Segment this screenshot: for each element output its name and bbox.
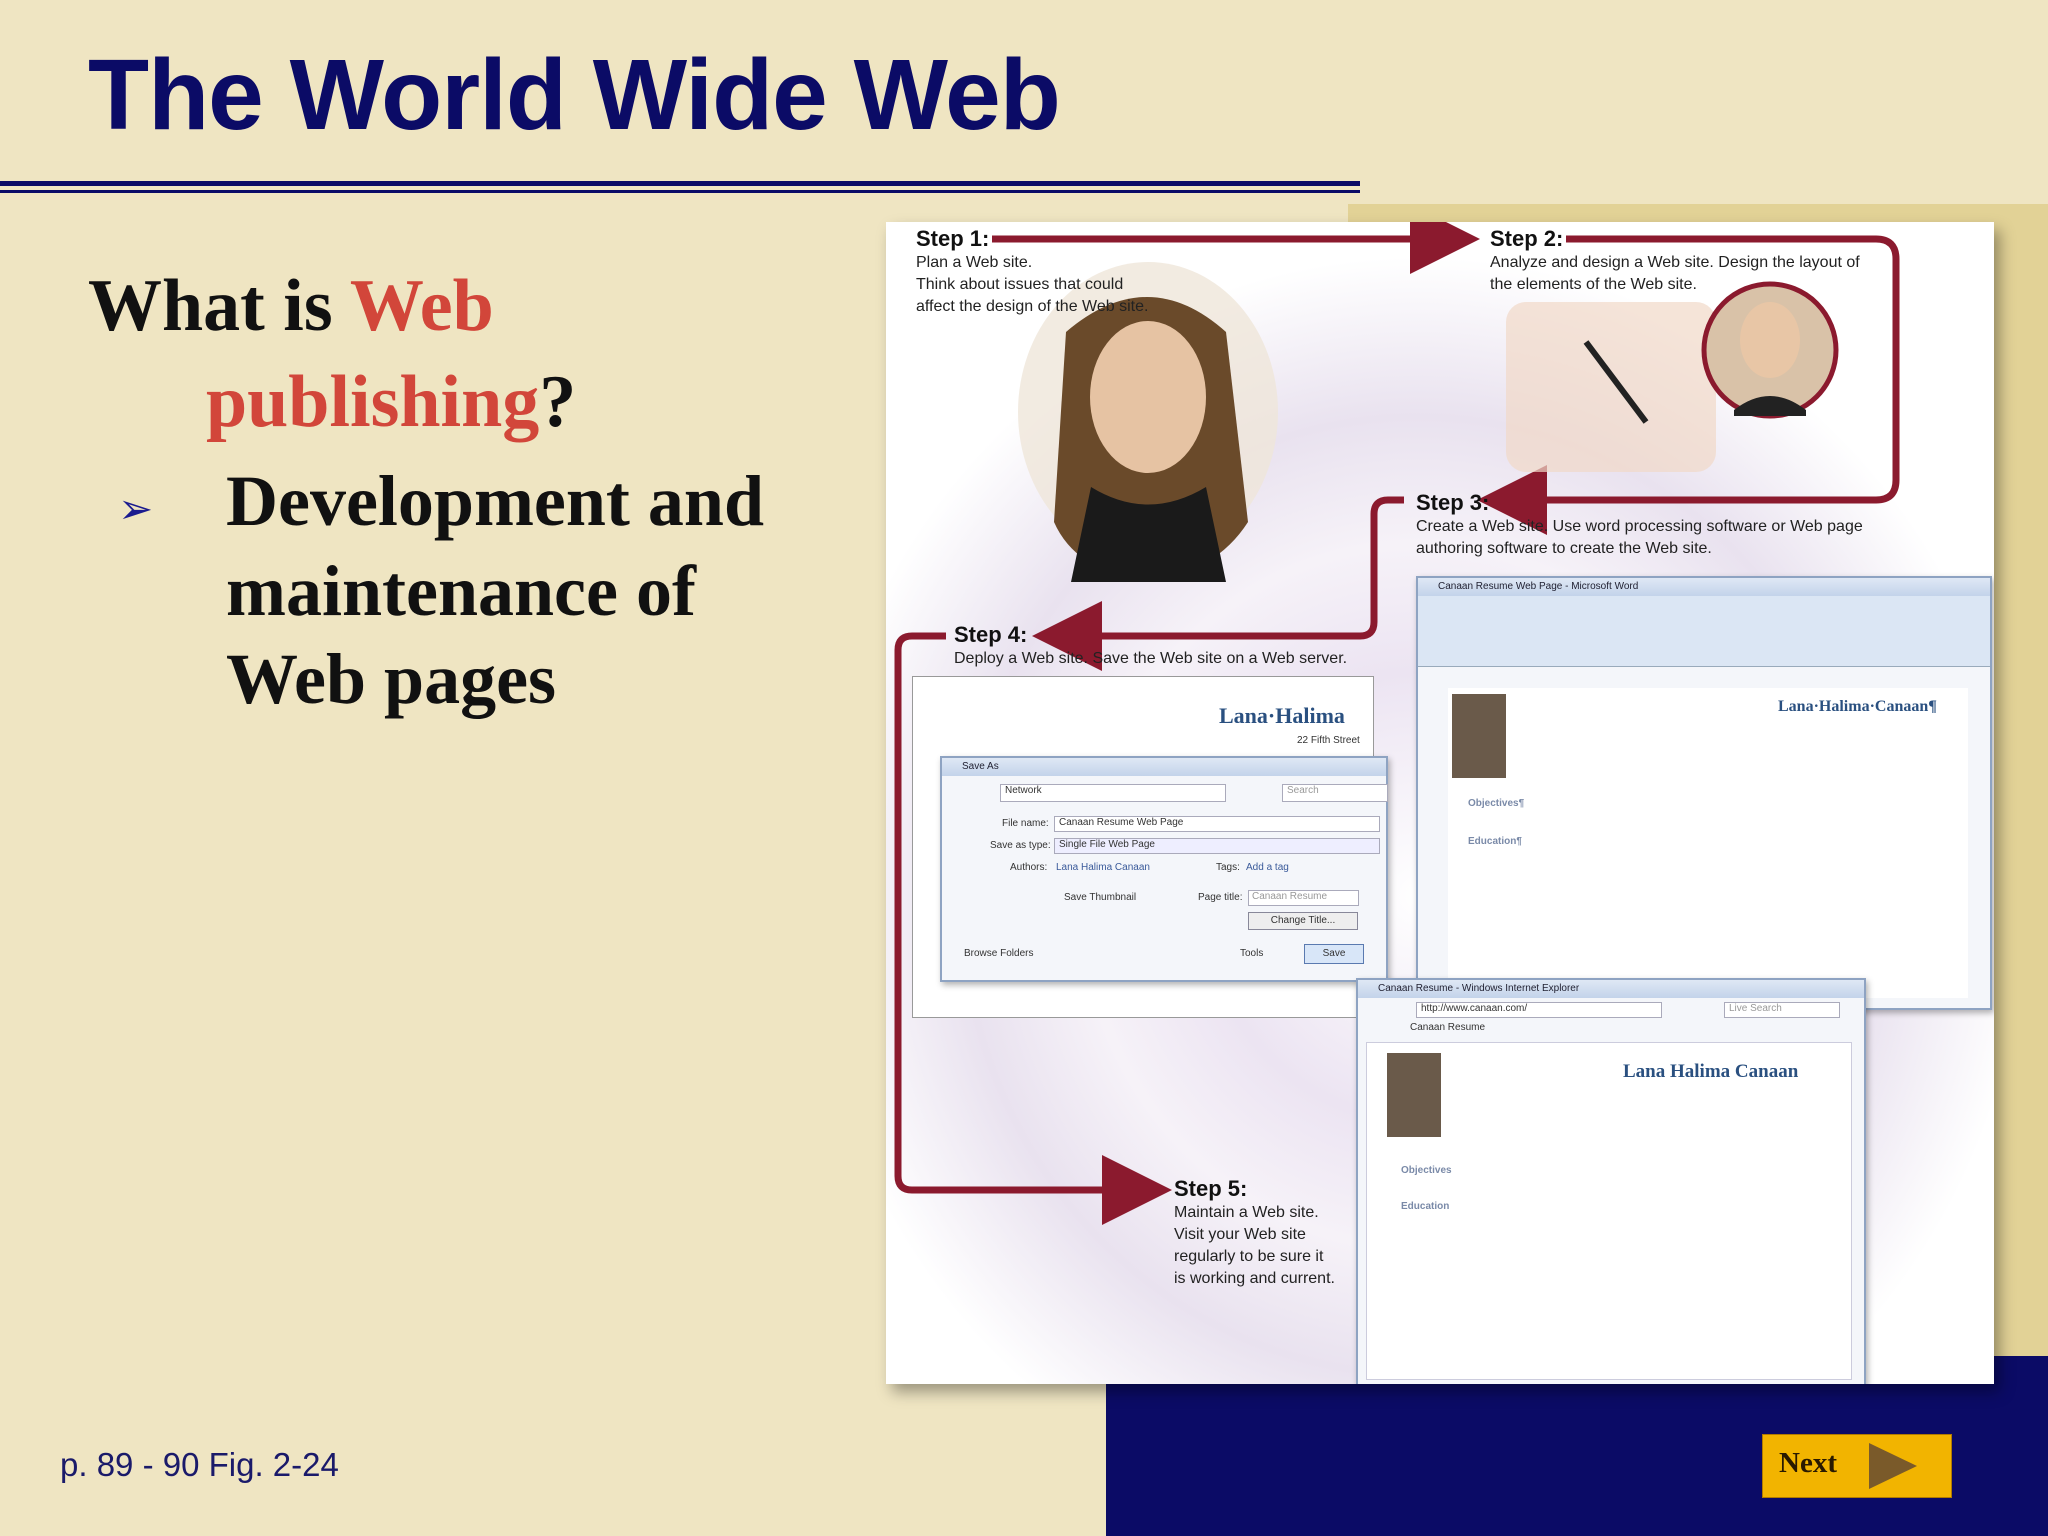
step-text: Create a Web site. Use word processing s…: [1416, 518, 1863, 535]
tags-value[interactable]: Add a tag: [1246, 862, 1289, 873]
authors-value[interactable]: Lana Halima Canaan: [1056, 862, 1150, 873]
step-2: Step 2: Analyze and design a Web site. D…: [1490, 226, 1860, 296]
page-title-input[interactable]: Canaan Resume: [1248, 890, 1359, 906]
step-text: Maintain a Web site.: [1174, 1204, 1319, 1221]
step-text: is working and current.: [1174, 1270, 1335, 1287]
bullet-arrow-icon: ➢: [118, 485, 154, 532]
step-text: regularly to be sure it: [1174, 1248, 1324, 1265]
bullet-line: maintenance of: [226, 551, 696, 631]
step-heading: Step 5:: [1174, 1176, 1248, 1201]
word-document: Lana·Halima·Canaan¶ Objectives¶ Educatio…: [1448, 688, 1968, 998]
step-1: Step 1: Plan a Web site. Think about iss…: [916, 226, 1148, 318]
question-highlight-publishing: publishing: [206, 361, 540, 443]
tools-menu[interactable]: Tools: [1240, 948, 1263, 959]
resume-photo: [1452, 694, 1506, 778]
browser-page: Lana Halima Canaan Objectives Education: [1366, 1042, 1852, 1380]
save-thumbnail-checkbox[interactable]: Save Thumbnail: [1064, 892, 1136, 903]
change-title-button[interactable]: Change Title...: [1248, 912, 1358, 930]
save-as-dialog: Save As Network Search File name: Canaan…: [940, 756, 1388, 982]
step-text: Plan a Web site.: [916, 254, 1033, 271]
file-name-input[interactable]: Canaan Resume Web Page: [1054, 816, 1380, 832]
arrow-right-icon: [1869, 1443, 1917, 1489]
word-window-title: Canaan Resume Web Page - Microsoft Word: [1418, 578, 1990, 596]
next-button[interactable]: Next: [1762, 1434, 1952, 1498]
question-mark: ?: [539, 361, 577, 443]
resume-section: Objectives¶: [1468, 798, 1525, 809]
tags-label: Tags:: [1216, 862, 1240, 873]
step-4: Step 4: Deploy a Web site. Save the Web …: [954, 622, 1347, 670]
next-label: Next: [1779, 1447, 1837, 1479]
browser-search-input[interactable]: Live Search: [1724, 1002, 1840, 1018]
step-text: the elements of the Web site.: [1490, 276, 1697, 293]
title-divider-thin: [0, 190, 1360, 193]
resume-photo: [1387, 1053, 1441, 1137]
figure-reference: p. 89 - 90 Fig. 2-24: [60, 1446, 339, 1483]
resume-section: Education¶: [1468, 836, 1522, 847]
authors-label: Authors:: [1010, 862, 1048, 873]
step-text: Think about issues that could: [916, 276, 1124, 293]
word-window: Canaan Resume Web Page - Microsoft Word …: [1416, 576, 1992, 1010]
step-3: Step 3: Create a Web site. Use word proc…: [1416, 490, 1863, 560]
step-heading: Step 1:: [916, 226, 990, 251]
question-line-1: What is Web: [88, 264, 494, 349]
step-5: Step 5: Maintain a Web site. Visit your …: [1174, 1176, 1335, 1290]
resume-address: 22 Fifth Street: [1297, 735, 1360, 746]
browser-window: Canaan Resume - Windows Internet Explore…: [1356, 978, 1866, 1384]
save-as-title: Save As: [942, 758, 1386, 776]
step-text: authoring software to create the Web sit…: [1416, 540, 1712, 557]
word-ribbon: [1418, 596, 1990, 667]
question-text: What is: [88, 265, 350, 347]
address-bar[interactable]: http://www.canaan.com/: [1416, 1002, 1662, 1018]
save-button[interactable]: Save: [1304, 944, 1364, 964]
browser-title: Canaan Resume - Windows Internet Explore…: [1358, 980, 1864, 998]
search-input[interactable]: Search: [1282, 784, 1388, 802]
resume-name: Lana Halima Canaan: [1623, 1061, 1799, 1082]
step-text: affect the design of the Web site.: [916, 298, 1149, 315]
question-highlight-web: Web: [349, 265, 494, 347]
browser-tab[interactable]: Canaan Resume: [1410, 1022, 1485, 1033]
save-type-label: Save as type:: [990, 840, 1051, 851]
bullet-line: Development and: [226, 461, 764, 541]
page-title-label: Page title:: [1198, 892, 1243, 903]
step-heading: Step 3:: [1416, 490, 1490, 515]
step-heading: Step 4:: [954, 622, 1028, 647]
question-line-2: publishing?: [206, 360, 576, 445]
title-divider: [0, 181, 1360, 186]
file-name-label: File name:: [1002, 818, 1049, 829]
step-text: Analyze and design a Web site. Design th…: [1490, 254, 1860, 271]
resume-section: Education: [1401, 1201, 1450, 1212]
step-heading: Step 2:: [1490, 226, 1564, 251]
resume-section: Objectives: [1401, 1165, 1452, 1176]
slide-title: The World Wide Web: [88, 39, 1061, 151]
location-bar[interactable]: Network: [1000, 784, 1226, 802]
web-publishing-figure: Step 1: Plan a Web site. Think about iss…: [886, 222, 1994, 1384]
bullet-line: Web pages: [226, 639, 557, 719]
step-text: Visit your Web site: [1174, 1226, 1306, 1243]
resume-name: Lana·Halima: [1219, 703, 1345, 728]
save-type-select[interactable]: Single File Web Page: [1054, 838, 1380, 854]
step-text: Deploy a Web site. Save the Web site on …: [954, 650, 1348, 667]
browse-folders-button[interactable]: Browse Folders: [964, 948, 1033, 959]
resume-name: Lana·Halima·Canaan¶: [1778, 698, 1937, 715]
